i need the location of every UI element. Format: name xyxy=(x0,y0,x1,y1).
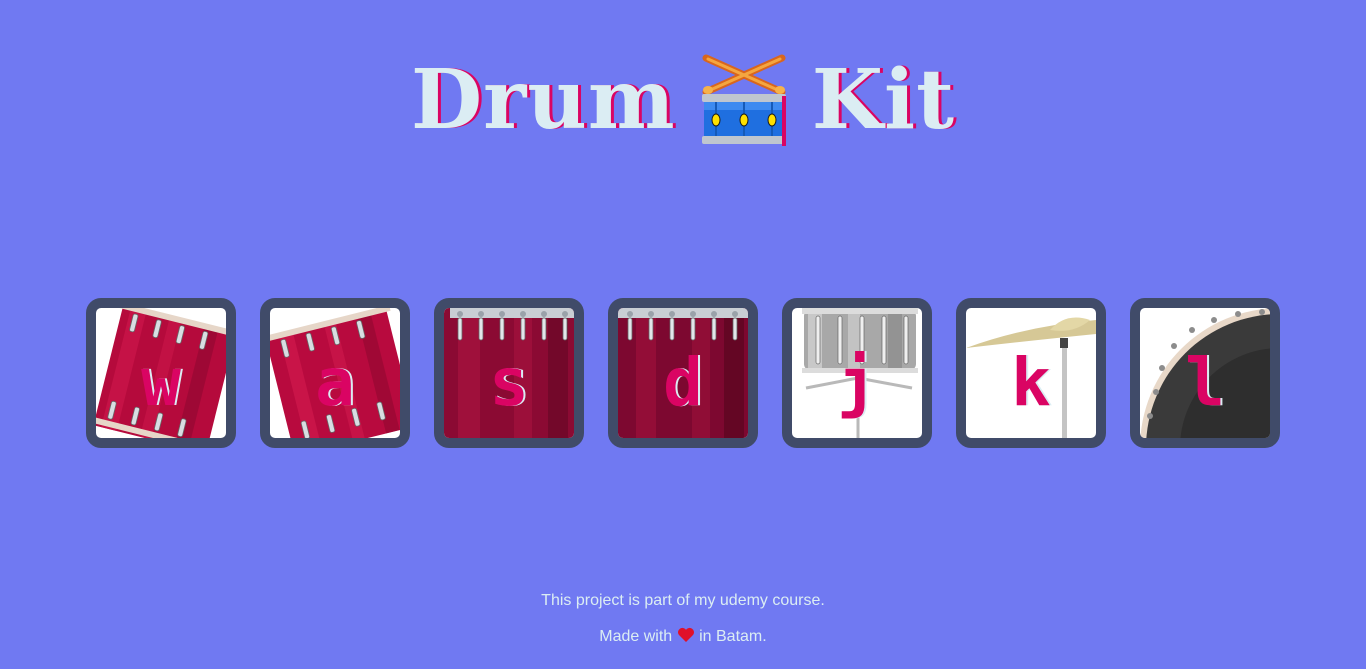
title-word-kit: Kit xyxy=(811,52,955,148)
drum-key-label: j xyxy=(837,343,877,421)
page-title: Drum Kit xyxy=(0,52,1366,148)
drum-key-label: w xyxy=(141,343,181,421)
drum-button-w[interactable]: w xyxy=(86,298,236,448)
footer-course-note: This project is part of my udemy course. xyxy=(541,592,825,609)
drum-key-label: a xyxy=(315,343,355,421)
drum-buttons: w a s d j k l xyxy=(86,298,1280,448)
drum-button-s[interactable]: s xyxy=(434,298,584,448)
drum-key-label: d xyxy=(663,343,703,421)
drum-button-l[interactable]: l xyxy=(1130,298,1280,448)
drum-button-a[interactable]: a xyxy=(260,298,410,448)
drum-key-label: s xyxy=(489,343,529,421)
drum-with-drumsticks-icon xyxy=(701,54,786,146)
drum-kit-page: Drum Kit w a s d j k l This project is p… xyxy=(0,0,1366,669)
footer-made-with: Made with in Batam. xyxy=(0,627,1366,646)
drum-key-label: k xyxy=(1011,343,1051,421)
drum-button-k[interactable]: k xyxy=(956,298,1106,448)
made-with-text: Made with xyxy=(599,628,673,645)
location-text: in Batam. xyxy=(699,628,767,645)
heart-icon xyxy=(677,627,694,642)
drum-button-j[interactable]: j xyxy=(782,298,932,448)
title-word-drum: Drum xyxy=(411,52,676,148)
drum-button-d[interactable]: d xyxy=(608,298,758,448)
drum-key-label: l xyxy=(1185,343,1225,421)
